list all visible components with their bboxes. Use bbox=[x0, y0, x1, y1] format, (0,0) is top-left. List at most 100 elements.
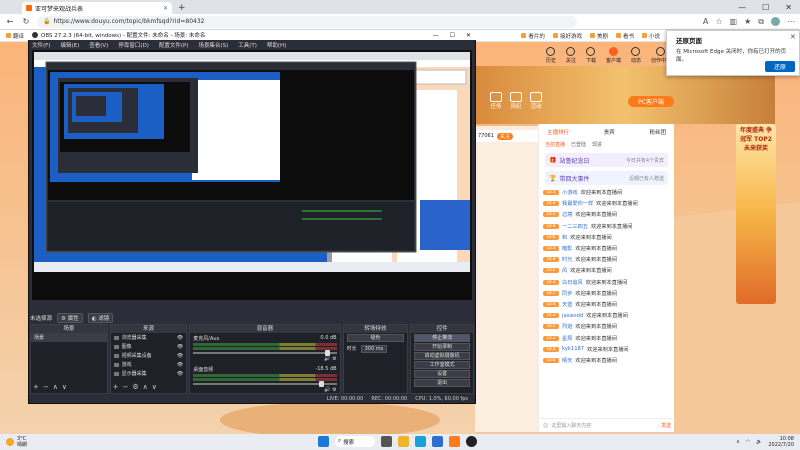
event-banner[interactable]: 🏆 带回大事件 近期已有人赠送 bbox=[545, 171, 668, 185]
obs-menu-item[interactable]: 停靠窗口(D) bbox=[118, 41, 149, 49]
volume-slider[interactable] bbox=[193, 350, 337, 356]
obs-menu-item[interactable]: 编辑(E) bbox=[60, 41, 79, 49]
chat-username[interactable]: kyk1187 bbox=[562, 346, 584, 352]
header-nav-item[interactable]: 下载 bbox=[586, 46, 596, 64]
header-nav-item[interactable]: 动态 bbox=[631, 46, 641, 64]
speaker-icon[interactable]: 🔊 bbox=[324, 356, 332, 362]
obs-preview-canvas[interactable] bbox=[32, 50, 472, 300]
properties-button[interactable]: ⚙ 属性 bbox=[57, 313, 83, 323]
weather-widget[interactable]: 3°C 晴朗 bbox=[0, 436, 27, 448]
address-bar[interactable]: 🔒 https://www.douyu.com/topic/bkmfsqd?ri… bbox=[37, 15, 577, 28]
chat-username[interactable]: 天蓝 bbox=[562, 301, 572, 308]
douyu-app-icon[interactable] bbox=[449, 436, 460, 447]
obs-menu-item[interactable]: 配置文件(P) bbox=[159, 41, 189, 49]
chat-username[interactable]: 晴天 bbox=[562, 357, 572, 364]
source-item[interactable]: 显示器采集 👁 bbox=[111, 369, 187, 378]
chat-username[interactable]: 星辰 bbox=[562, 335, 572, 342]
banner-action[interactable]: 风纪 bbox=[510, 92, 522, 110]
favorite-item[interactable]: 接好游戏 bbox=[552, 32, 582, 40]
chat-tab-2[interactable]: 粉丝团 bbox=[649, 128, 666, 136]
scene-item[interactable]: 场景 bbox=[31, 333, 107, 342]
banner-action[interactable]: 活动 bbox=[530, 92, 542, 110]
browser-tab[interactable]: 亚可梦来观战兵表 ✕ bbox=[22, 2, 172, 14]
favorite-item[interactable]: 看片的 bbox=[521, 32, 545, 40]
control-button-4[interactable]: 设置 bbox=[414, 370, 470, 378]
chat-username[interactable]: 风 bbox=[562, 267, 567, 274]
store-icon[interactable] bbox=[432, 436, 443, 447]
taskbar-search[interactable]: ⌕ 搜索 bbox=[335, 436, 375, 447]
source-item[interactable]: 图像 👁 bbox=[111, 342, 187, 351]
task-view-icon[interactable] bbox=[381, 436, 392, 447]
chat-username[interactable]: 我最爱你一样 bbox=[562, 200, 593, 207]
favorite-item[interactable]: 美剧 bbox=[589, 32, 608, 40]
wifi-icon[interactable]: ◠ bbox=[746, 439, 750, 445]
notification-close-icon[interactable]: ✕ bbox=[790, 33, 796, 41]
profile-avatar[interactable] bbox=[771, 17, 780, 26]
favorites-icon[interactable]: ★ bbox=[744, 17, 751, 26]
sources-dock-controls[interactable]: +−⚙∧∨ bbox=[113, 383, 161, 391]
chat-input[interactable]: ☺ 这里输入聊天内容 发送 bbox=[539, 418, 675, 432]
back-icon[interactable]: ← bbox=[5, 17, 15, 26]
visibility-eye-icon[interactable]: 👁 bbox=[177, 344, 183, 350]
duration-input[interactable]: 300 ms bbox=[360, 345, 388, 353]
chat-username[interactable]: jasiesdd bbox=[562, 313, 583, 319]
obs-minimize-icon[interactable]: — bbox=[433, 32, 439, 39]
header-nav-item[interactable]: 历史 bbox=[546, 46, 556, 64]
control-button-3[interactable]: 工作室模式 bbox=[414, 361, 470, 369]
visibility-eye-icon[interactable]: 👁 bbox=[177, 371, 183, 377]
edge-icon[interactable] bbox=[415, 436, 426, 447]
obs-menu-item[interactable]: 查看(V) bbox=[89, 41, 108, 49]
favorite-item[interactable]: 看书 bbox=[615, 32, 634, 40]
chat-subtab[interactable]: 已登陆 bbox=[571, 141, 586, 148]
source-item[interactable]: 浏览器采集 👁 bbox=[111, 333, 187, 342]
obs-close-icon[interactable]: ✕ bbox=[466, 32, 471, 39]
scenes-dock-controls[interactable]: +−∧∨ bbox=[33, 383, 71, 391]
mixer-gear-icon[interactable]: ⚙ bbox=[332, 356, 336, 362]
speaker-icon[interactable]: 🔊 bbox=[324, 387, 332, 393]
banner-action[interactable]: 任务 bbox=[490, 92, 502, 110]
chat-tab-0[interactable]: 主播排行 bbox=[547, 128, 569, 136]
favorite-item[interactable]: 翻译 bbox=[6, 32, 24, 40]
chat-username[interactable]: 小游戏 bbox=[562, 189, 578, 196]
minimize-icon[interactable]: — bbox=[738, 3, 746, 12]
chat-username[interactable]: 和 bbox=[562, 234, 567, 241]
source-item[interactable]: 视频采集设备 👁 bbox=[111, 351, 187, 360]
chat-username[interactable]: 同步 bbox=[562, 290, 572, 297]
obs-menu-item[interactable]: 帮助(H) bbox=[267, 41, 286, 49]
clock[interactable]: 10:08 2022/7/20 bbox=[768, 436, 794, 448]
obs-menu-item[interactable]: 文件(F) bbox=[32, 41, 50, 49]
volume-slider-handle[interactable] bbox=[325, 350, 331, 356]
refresh-icon[interactable]: ↻ bbox=[21, 17, 31, 26]
obs-menu-item[interactable]: 工具(T) bbox=[238, 41, 257, 49]
close-window-icon[interactable]: ✕ bbox=[785, 3, 792, 12]
obs-maximize-icon[interactable]: ☐ bbox=[450, 32, 455, 39]
restore-button[interactable]: 还原 bbox=[765, 61, 795, 72]
collections-icon[interactable]: ⧉ bbox=[758, 17, 764, 27]
filters-button[interactable]: ◐ 滤镜 bbox=[87, 313, 114, 323]
transition-select[interactable]: 褪色 bbox=[346, 334, 405, 342]
split-screen-icon[interactable]: ▥ bbox=[730, 17, 738, 26]
gift-banner[interactable]: 🎁 站鲁纪念日 今日共有4个贵宾 bbox=[545, 153, 668, 167]
chat-username[interactable]: 时光 bbox=[562, 256, 572, 263]
close-tab-icon[interactable]: ✕ bbox=[163, 5, 168, 12]
chevron-up-icon[interactable]: ∧ bbox=[736, 439, 740, 445]
chat-subtab[interactable]: 当前直播 bbox=[545, 141, 565, 148]
visibility-eye-icon[interactable]: 👁 bbox=[177, 362, 183, 368]
source-item[interactable]: 游戏 👁 bbox=[111, 360, 187, 369]
obs-app-icon[interactable] bbox=[466, 436, 477, 447]
visibility-eye-icon[interactable]: 👁 bbox=[177, 335, 183, 341]
favorite-item[interactable]: 小说 bbox=[641, 32, 660, 40]
obs-menu-item[interactable]: 场景集合(S) bbox=[198, 41, 228, 49]
emoji-icon[interactable]: ☺ bbox=[543, 423, 548, 429]
mixer-gear-icon[interactable]: ⚙ bbox=[332, 387, 336, 393]
chat-send-button[interactable]: 发送 bbox=[661, 422, 671, 429]
chat-tab-1[interactable]: 贵宾 bbox=[604, 128, 615, 136]
follow-button[interactable]: 关注 bbox=[496, 132, 513, 140]
volume-icon[interactable]: 🔈 bbox=[756, 439, 762, 445]
volume-slider[interactable] bbox=[193, 381, 337, 387]
favorite-star-icon[interactable]: ☆ bbox=[715, 17, 722, 26]
chat-username[interactable]: 白日追风 bbox=[562, 279, 583, 286]
control-button-2[interactable]: 启动虚拟摄像机 bbox=[414, 352, 470, 360]
control-button-1[interactable]: 开始录制 bbox=[414, 343, 470, 351]
chat-username[interactable]: 边境 bbox=[562, 211, 572, 218]
